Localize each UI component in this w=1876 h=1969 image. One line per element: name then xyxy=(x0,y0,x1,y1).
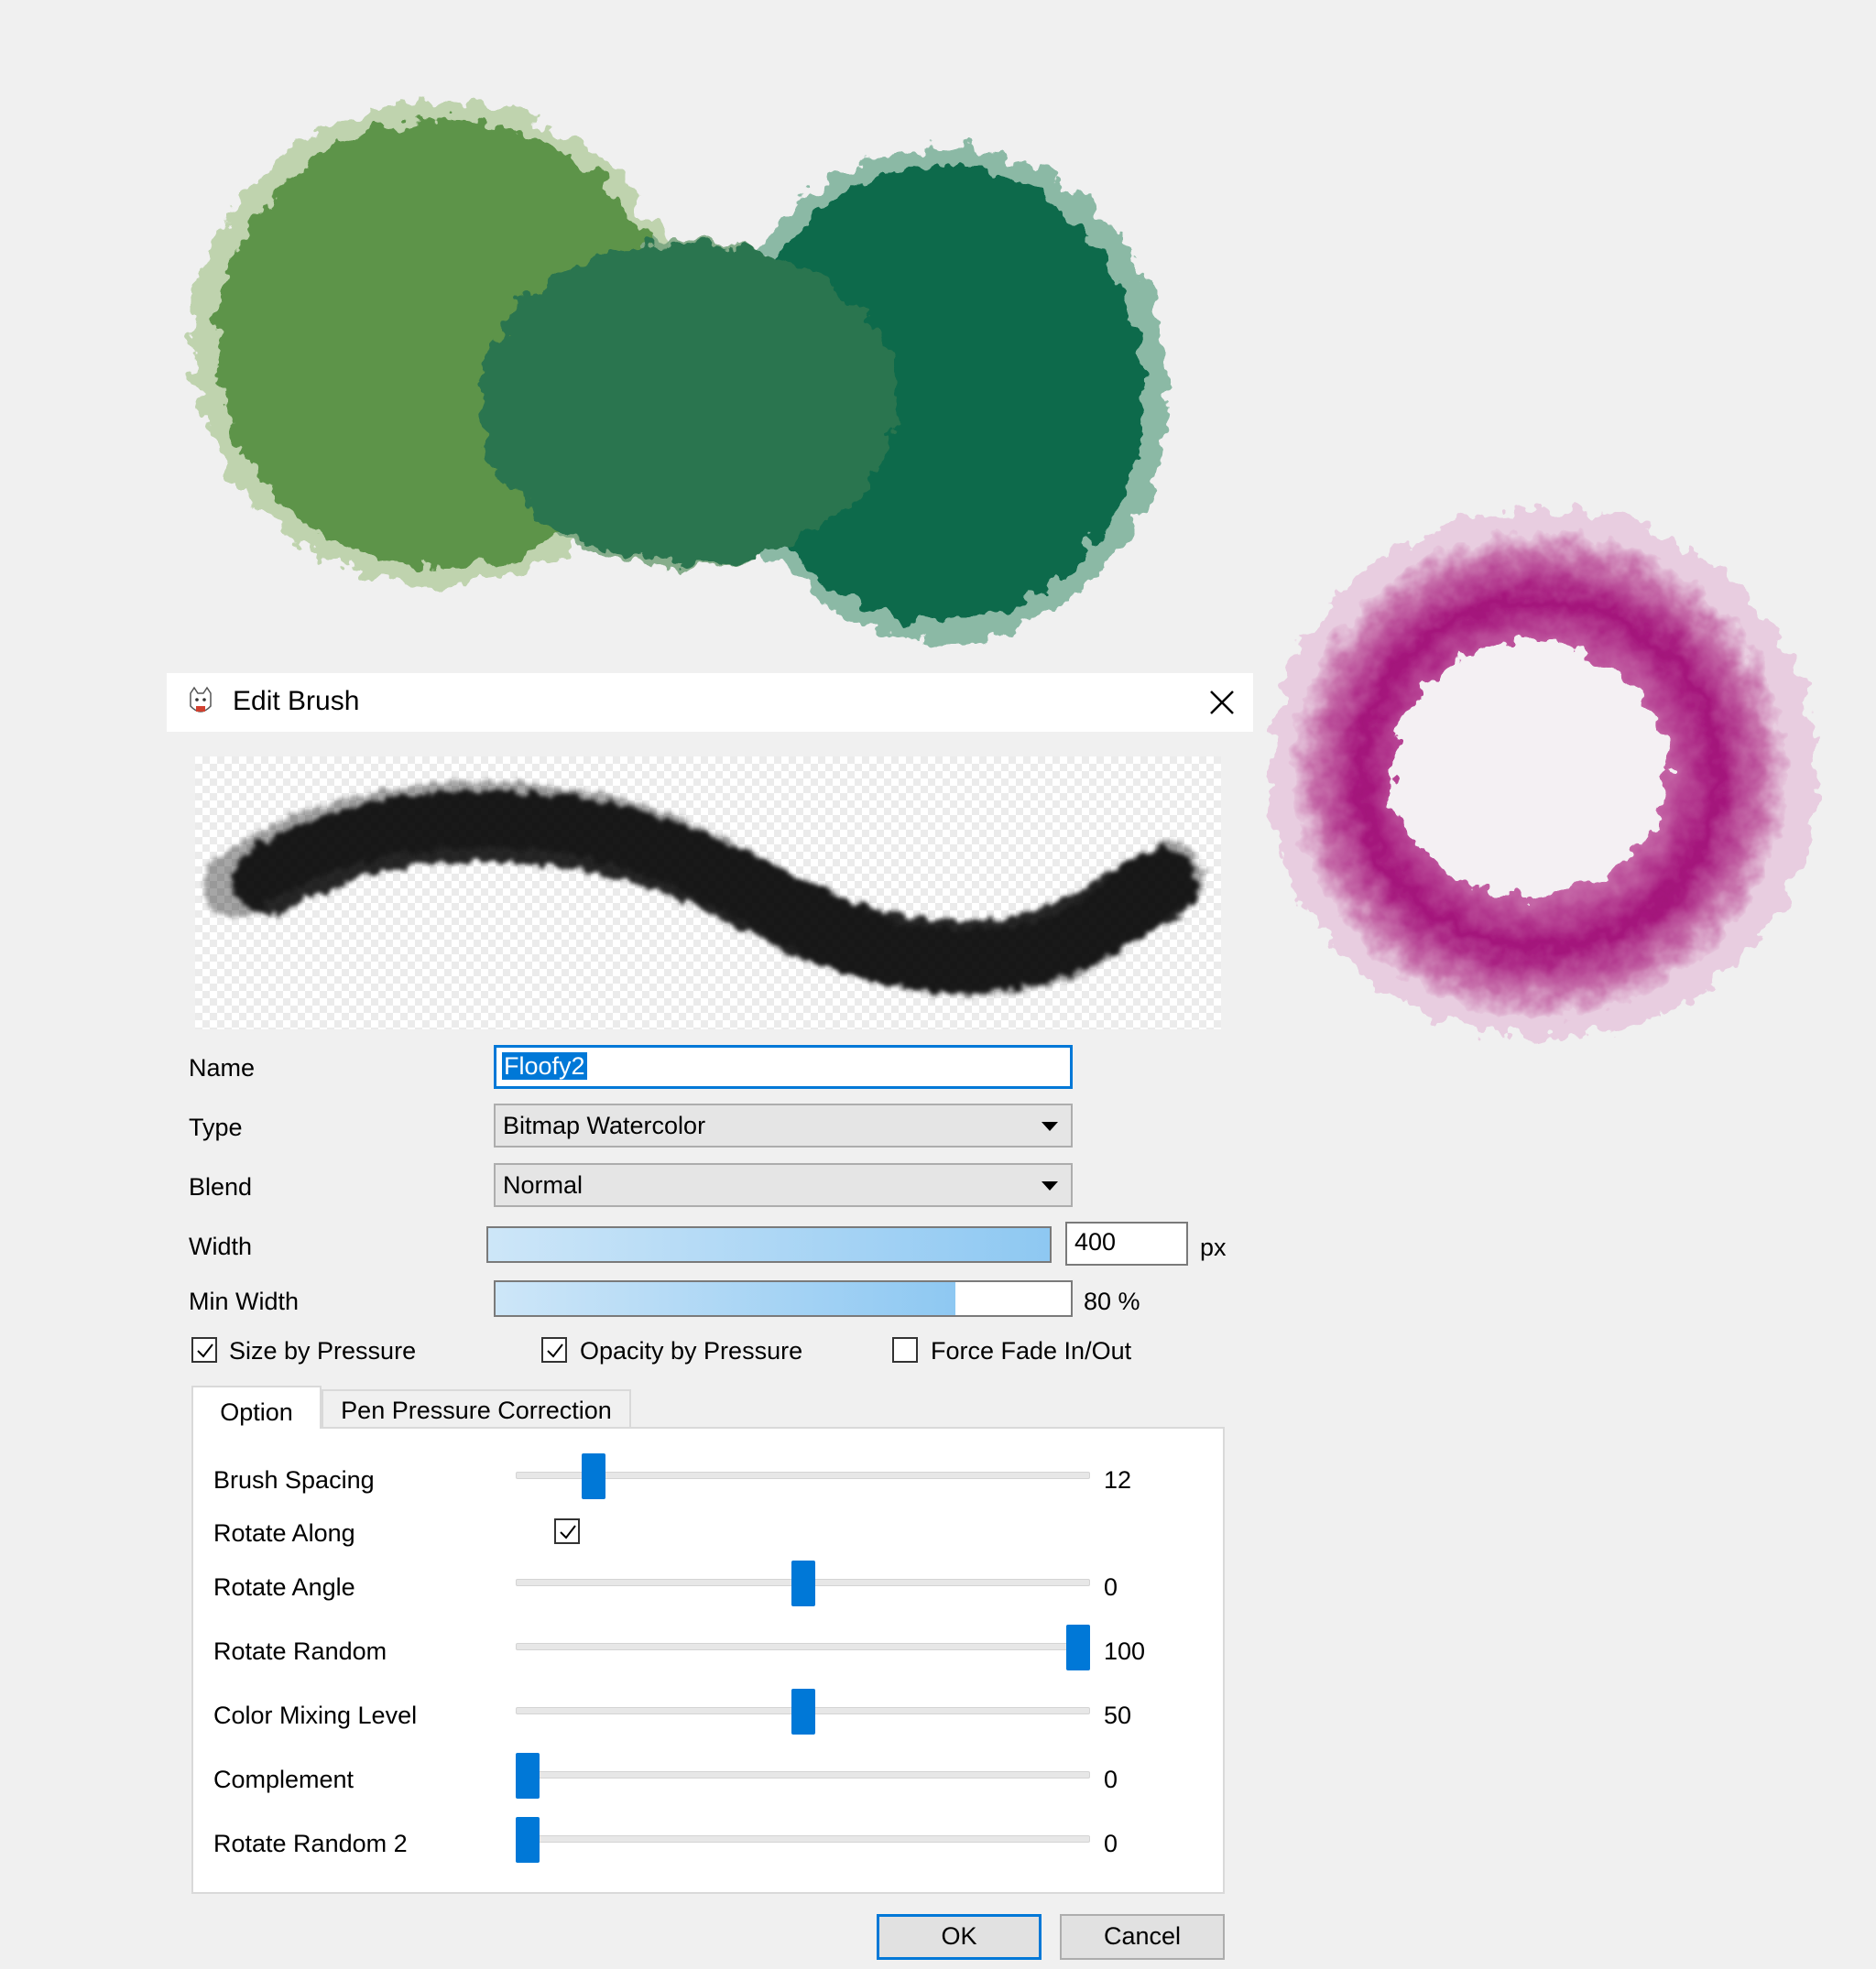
rotate-random-2-label: Rotate Random 2 xyxy=(213,1830,408,1857)
rotate-angle-value: 0 xyxy=(1104,1573,1118,1601)
blend-value: Normal xyxy=(503,1171,584,1199)
width-bar[interactable] xyxy=(486,1226,1052,1263)
complement-thumb[interactable] xyxy=(516,1753,540,1799)
force-fade-label: Force Fade In/Out xyxy=(931,1337,1132,1365)
rotate-angle-label: Rotate Angle xyxy=(213,1573,355,1601)
min-width-bar[interactable] xyxy=(494,1280,1073,1317)
type-label: Type xyxy=(189,1114,243,1141)
color-mixing-label: Color Mixing Level xyxy=(213,1702,418,1729)
type-value: Bitmap Watercolor xyxy=(503,1112,706,1139)
rotate-random-value: 100 xyxy=(1104,1637,1146,1665)
rotate-random-2-track[interactable] xyxy=(516,1835,1090,1843)
rotate-random-thumb[interactable] xyxy=(1066,1625,1090,1670)
rotate-random-2-thumb[interactable] xyxy=(516,1817,540,1863)
color-mixing-thumb[interactable] xyxy=(791,1689,815,1735)
rotate-random-track[interactable] xyxy=(516,1643,1090,1650)
width-bar-fill xyxy=(488,1228,1050,1261)
brush-spacing-value: 12 xyxy=(1104,1466,1132,1494)
width-unit: px xyxy=(1200,1234,1227,1261)
tab-pen-pressure-correction[interactable]: Pen Pressure Correction xyxy=(322,1389,631,1427)
width-input[interactable]: 400 xyxy=(1065,1222,1188,1266)
name-label: Name xyxy=(189,1054,256,1082)
ok-button[interactable]: OK xyxy=(877,1914,1042,1960)
rotate-along-label: Rotate Along xyxy=(213,1519,355,1547)
dialog-title-bar: Edit Brush xyxy=(167,673,1253,732)
brush-spacing-label: Brush Spacing xyxy=(213,1466,375,1494)
min-width-value: 80 % xyxy=(1084,1288,1140,1315)
complement-label: Complement xyxy=(213,1766,354,1793)
width-label: Width xyxy=(189,1233,253,1260)
opacity-by-pressure-checkbox[interactable] xyxy=(541,1337,567,1363)
brush-stroke xyxy=(203,781,1204,996)
complement-track[interactable] xyxy=(516,1771,1090,1779)
rotate-along-checkbox[interactable] xyxy=(554,1518,580,1544)
app-icon xyxy=(187,686,214,719)
complement-value: 0 xyxy=(1104,1766,1118,1793)
rotate-random-2-value: 0 xyxy=(1104,1830,1118,1857)
green-blob-core xyxy=(215,119,1145,623)
size-by-pressure-checkbox[interactable] xyxy=(191,1337,217,1363)
type-select[interactable]: Bitmap Watercolor xyxy=(494,1104,1073,1148)
magenta-blob xyxy=(1269,508,1818,1039)
close-icon xyxy=(1210,691,1234,714)
min-width-label: Min Width xyxy=(189,1288,300,1315)
blend-select[interactable]: Normal xyxy=(494,1163,1073,1207)
opacity-by-pressure-label: Opacity by Pressure xyxy=(580,1337,803,1365)
chevron-down-icon xyxy=(1042,1181,1058,1191)
size-by-pressure-label: Size by Pressure xyxy=(229,1337,417,1365)
name-input[interactable]: Floofy2 xyxy=(494,1045,1073,1089)
color-mixing-value: 50 xyxy=(1104,1702,1132,1729)
chevron-down-icon xyxy=(1042,1122,1058,1131)
brush-spacing-thumb[interactable] xyxy=(582,1453,606,1499)
close-button[interactable] xyxy=(1200,680,1244,724)
checkmark-icon xyxy=(547,1343,563,1358)
min-width-bar-fill xyxy=(496,1282,956,1315)
cancel-button[interactable]: Cancel xyxy=(1060,1914,1225,1960)
checkmark-icon xyxy=(197,1343,213,1358)
blend-label: Blend xyxy=(189,1173,253,1201)
tab-option[interactable]: Option xyxy=(191,1386,322,1429)
force-fade-checkbox[interactable] xyxy=(892,1337,918,1363)
checkmark-icon xyxy=(560,1525,576,1539)
rotate-random-label: Rotate Random xyxy=(213,1637,387,1665)
name-value: Floofy2 xyxy=(502,1052,587,1080)
dialog-title: Edit Brush xyxy=(233,686,360,716)
brush-preview xyxy=(195,756,1221,1029)
rotate-angle-thumb[interactable] xyxy=(791,1561,815,1606)
